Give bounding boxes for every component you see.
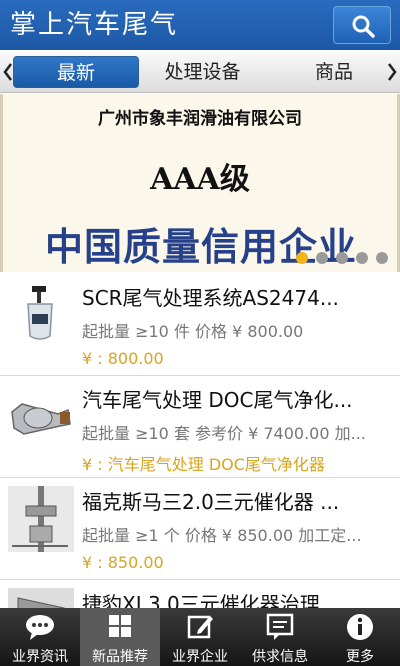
product-price: ¥ : 汽车尾气处理 DOC尾气净化器 xyxy=(82,455,325,474)
search-button[interactable] xyxy=(333,6,391,44)
nav-label: 供求信息 xyxy=(252,649,308,665)
product-info: 起批量 ≥10 件 价格 ¥ 800.00 xyxy=(82,322,304,341)
nav-supply-demand[interactable]: 供求信息 xyxy=(240,608,320,666)
product-price: ¥ : 800.00 xyxy=(82,349,164,368)
nav-label: 新品推荐 xyxy=(92,649,148,665)
chevron-right-icon[interactable] xyxy=(386,62,398,82)
carousel-dot[interactable] xyxy=(376,252,388,264)
tab-treatment-equipment[interactable]: 处理设备 xyxy=(145,56,260,88)
chat-bubble-icon xyxy=(26,615,54,640)
tab-latest[interactable]: 最新 xyxy=(13,56,139,88)
list-item[interactable]: 汽车尾气处理 DOC尾气净化... 起批量 ≥10 套 参考价 ¥ 7400.0… xyxy=(0,376,400,478)
product-thumbnail xyxy=(8,588,74,608)
bottom-navigation: 业界资讯 新品推荐 业界企业 供求信息 更多 xyxy=(0,608,400,666)
nav-label: 业界资讯 xyxy=(12,649,68,665)
app-title: 掌上汽车尾气 xyxy=(10,10,179,40)
product-info: 起批量 ≥10 套 参考价 ¥ 7400.00 加... xyxy=(82,424,366,443)
info-icon xyxy=(347,614,373,640)
product-title: 捷豹XJ 3.0三元催化器治理... xyxy=(82,592,339,608)
category-tabs: 最新 处理设备 商品 xyxy=(0,50,400,93)
banner-company-name: 广州市象丰润滑油有限公司 xyxy=(98,109,302,129)
product-thumbnail xyxy=(8,282,74,348)
carousel-dot[interactable] xyxy=(356,252,368,264)
banner-certification: 中国质量信用企业 xyxy=(45,224,358,269)
product-info: 起批量 ≥1 个 价格 ¥ 850.00 加工定... xyxy=(82,526,362,545)
list-item[interactable]: SCR尾气处理系统AS2474... 起批量 ≥10 件 价格 ¥ 800.00… xyxy=(0,274,400,376)
list-item[interactable]: 福克斯马三2.0三元催化器 ... 起批量 ≥1 个 价格 ¥ 850.00 加… xyxy=(0,478,400,580)
grid-icon xyxy=(109,615,131,637)
product-list: SCR尾气处理系统AS2474... 起批量 ≥10 件 价格 ¥ 800.00… xyxy=(0,274,400,608)
promo-banner[interactable]: 广州市象丰润滑油有限公司 AAA级 中国质量信用企业 xyxy=(0,94,400,272)
search-icon xyxy=(352,15,375,38)
carousel-dot[interactable] xyxy=(316,252,328,264)
nav-industry-news[interactable]: 业界资讯 xyxy=(0,608,80,666)
product-title: 汽车尾气处理 DOC尾气净化... xyxy=(82,388,353,412)
product-thumbnail xyxy=(8,384,74,450)
product-thumbnail xyxy=(8,486,74,552)
product-title: 福克斯马三2.0三元催化器 ... xyxy=(82,490,340,514)
app-header: 掌上汽车尾气 xyxy=(0,0,400,50)
nav-label: 业界企业 xyxy=(172,649,228,665)
list-item[interactable]: 捷豹XJ 3.0三元催化器治理... xyxy=(0,580,400,608)
edit-icon xyxy=(187,615,213,639)
nav-new-products[interactable]: 新品推荐 xyxy=(80,608,160,666)
carousel-dot[interactable] xyxy=(336,252,348,264)
nav-more[interactable]: 更多 xyxy=(320,608,400,666)
product-title: SCR尾气处理系统AS2474... xyxy=(82,286,339,310)
message-icon xyxy=(266,613,294,640)
banner-grade: AAA级 xyxy=(150,162,250,197)
product-price: ¥ : 850.00 xyxy=(82,553,164,572)
tab-goods[interactable]: 商品 xyxy=(280,56,388,88)
nav-industry-companies[interactable]: 业界企业 xyxy=(160,608,240,666)
carousel-dot[interactable] xyxy=(296,252,308,264)
nav-label: 更多 xyxy=(346,649,374,665)
